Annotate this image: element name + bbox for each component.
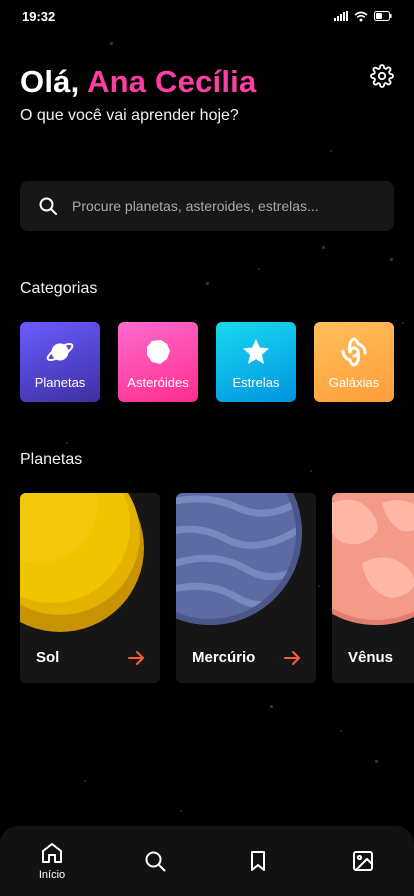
background-star bbox=[402, 322, 404, 324]
background-star bbox=[270, 705, 273, 708]
planet-name: Mercúrio bbox=[192, 649, 256, 666]
planet-name: Sol bbox=[36, 649, 60, 666]
battery-icon bbox=[374, 11, 392, 21]
arrow-right-icon[interactable] bbox=[126, 648, 146, 668]
planet-card-venus[interactable]: Vênus bbox=[332, 493, 414, 683]
greeting-heading: Olá, Ana Cecília bbox=[20, 64, 256, 100]
nav-item-inicio[interactable]: Início bbox=[22, 826, 82, 896]
background-star bbox=[375, 760, 378, 763]
arrow-right-icon[interactable] bbox=[282, 648, 302, 668]
planet-name: Vênus bbox=[348, 649, 394, 666]
status-bar: 19:32 bbox=[0, 0, 414, 32]
home-icon bbox=[42, 843, 62, 863]
image-icon bbox=[353, 851, 373, 871]
background-star bbox=[258, 268, 260, 270]
categories-title: Categorias bbox=[20, 280, 98, 297]
planet-icon bbox=[45, 337, 75, 367]
planet-card-mercurio[interactable]: Mercúrio bbox=[176, 493, 316, 683]
background-star bbox=[330, 150, 332, 152]
nav-item-search[interactable] bbox=[125, 826, 185, 896]
background-star bbox=[322, 246, 325, 249]
nav-label: Início bbox=[38, 869, 66, 881]
background-star bbox=[180, 810, 182, 812]
category-estrelas[interactable]: Estrelas bbox=[216, 322, 296, 402]
categories-list: Planetas Asteróides Estrelas Galáxias bbox=[20, 322, 394, 402]
gear-icon bbox=[370, 64, 394, 88]
background-star bbox=[66, 442, 68, 444]
background-star bbox=[206, 282, 209, 285]
star-icon bbox=[241, 337, 271, 367]
background-star bbox=[340, 730, 342, 732]
category-galaxias[interactable]: Galáxias bbox=[314, 322, 394, 402]
category-label: Planetas bbox=[34, 375, 86, 390]
search-icon bbox=[145, 851, 166, 872]
category-label: Galáxias bbox=[328, 375, 380, 390]
search-input[interactable] bbox=[72, 198, 362, 214]
background-star bbox=[110, 42, 113, 45]
bookmark-icon bbox=[251, 851, 265, 871]
user-name: Ana Cecília bbox=[87, 64, 257, 99]
category-asteroides[interactable]: Asteróides bbox=[118, 322, 198, 402]
planet-card-sol[interactable]: Sol bbox=[20, 493, 160, 683]
status-icons bbox=[334, 11, 392, 22]
background-star bbox=[84, 780, 86, 782]
category-label: Estrelas bbox=[232, 375, 280, 390]
status-time: 19:32 bbox=[22, 8, 56, 24]
nav-item-gallery[interactable] bbox=[333, 826, 393, 896]
background-star bbox=[310, 470, 312, 472]
planets-title: Planetas bbox=[20, 451, 83, 468]
galaxy-icon bbox=[339, 337, 369, 367]
wifi-icon bbox=[354, 11, 368, 21]
signal-icon bbox=[334, 11, 348, 21]
nav-item-bookmarks[interactable] bbox=[228, 826, 288, 896]
search-icon bbox=[38, 196, 58, 216]
greeting-prefix: Olá, bbox=[20, 64, 80, 99]
search-bar[interactable] bbox=[20, 181, 394, 231]
settings-button[interactable] bbox=[368, 62, 396, 90]
planets-carousel: Sol Mercúrio Vênus bbox=[20, 493, 414, 683]
bottom-navigation: Início bbox=[0, 826, 414, 896]
category-planetas[interactable]: Planetas bbox=[20, 322, 100, 402]
greeting-subtitle: O que você vai aprender hoje? bbox=[20, 107, 239, 124]
background-star bbox=[390, 258, 393, 261]
asteroid-icon bbox=[143, 337, 173, 367]
app-screen: 19:32 Olá, Ana Cecília O que você vai ap… bbox=[0, 0, 414, 896]
category-label: Asteróides bbox=[127, 375, 189, 390]
